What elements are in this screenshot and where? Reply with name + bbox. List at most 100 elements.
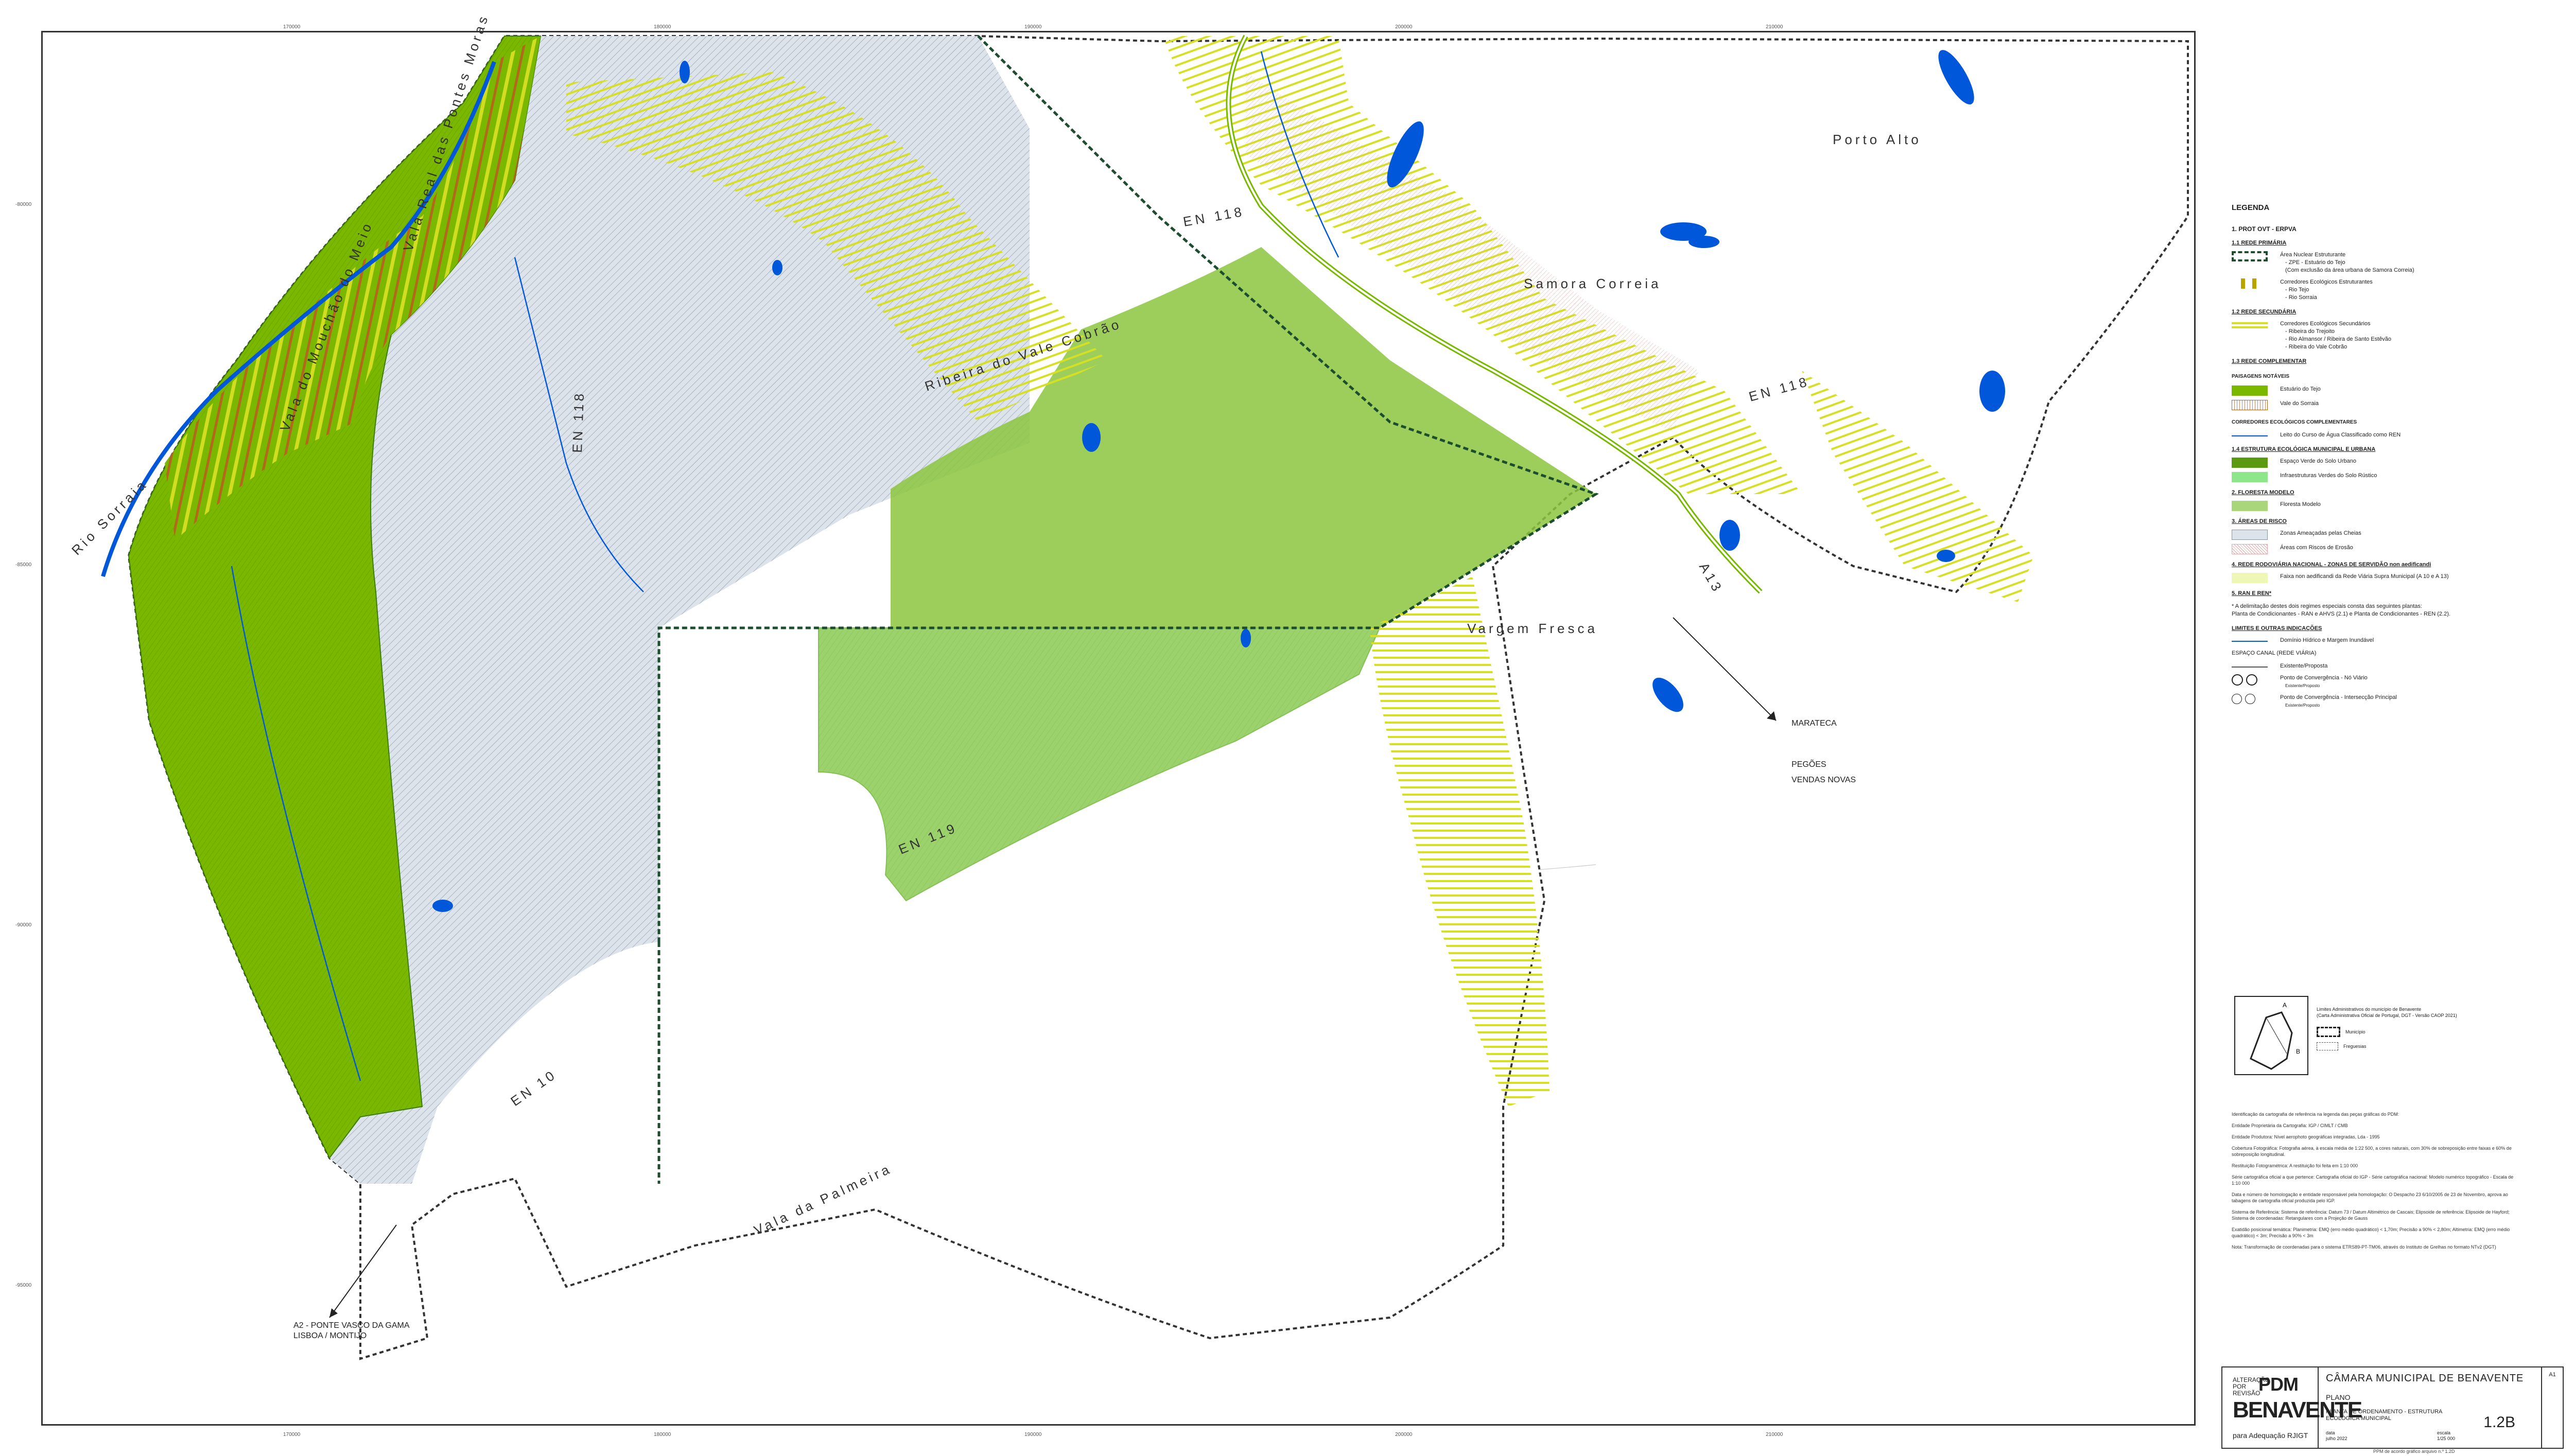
- legend-row-cheias: Zonas Ameaçadas pelas Cheias: [2232, 530, 2535, 540]
- legend-text: - ZPE - Estuário do Tejo: [2285, 259, 2345, 266]
- logo-pdm: PDM: [2258, 1374, 2299, 1395]
- logo-adequacao: para Adequação RJIGT: [2233, 1431, 2308, 1440]
- legend-sub-12: 1.2 REDE SECUNDÁRIA: [2232, 309, 2297, 315]
- legend-text: Espaço Verde do Solo Urbano: [2280, 458, 2356, 464]
- legend-paisagens: PAISAGENS NOTÁVEIS: [2232, 374, 2290, 379]
- legend-text: Floresta Modelo: [2280, 501, 2321, 507]
- legend-text: Existente/Proposto: [2285, 683, 2320, 688]
- legend-text: Ponto de Convergência - Intersecção Prin…: [2280, 694, 2397, 700]
- note-text: Exatidão posicional temática: Planimetri…: [2232, 1227, 2510, 1238]
- legend-text: * A delimitação destes dois regimes espe…: [2232, 603, 2422, 609]
- note-text: Entidade Produtora: Nível aerophoto geog…: [2232, 1134, 2380, 1139]
- legend-corr-compl: CORREDORES ECOLÓGICOS COMPLEMENTARES: [2232, 419, 2357, 425]
- scale-label: escala: [2437, 1430, 2451, 1435]
- swatch-estuario: [2232, 385, 2268, 396]
- svg-text:200000: 200000: [1395, 1432, 1413, 1437]
- legend-sub-13: 1.3 REDE COMPLEMENTAR: [2232, 358, 2307, 364]
- swatch-corr-sec: [2232, 320, 2268, 330]
- swatch-pc-viario: [2232, 674, 2268, 687]
- note-text: Restituição Fotogramétrica: A restituiçã…: [2232, 1163, 2358, 1168]
- legend-section-3: 3. ÁREAS DE RISCO: [2232, 518, 2287, 524]
- legend-text: Domínio Hídrico e Margem Inundável: [2280, 637, 2374, 643]
- swatch-area-nuclear: [2232, 251, 2268, 261]
- note-text: Entidade Proprietária da Cartografia: IG…: [2232, 1123, 2348, 1128]
- legend-row-erosao: Áreas com Riscos de Erosão: [2232, 544, 2535, 554]
- legend-row-corr-estr: Corredores Ecológicos Estruturantes - Ri…: [2232, 278, 2535, 302]
- title-block: ALTERAÇÃO POR REVISÃO PDM BENAVENTE para…: [2221, 1366, 2564, 1449]
- inset-map-box: A B: [2234, 996, 2308, 1075]
- swatch-corr-estr: [2232, 278, 2268, 289]
- legend-text: Zonas Ameaçadas pelas Cheias: [2280, 530, 2361, 536]
- label-porto-alto: Porto Alto: [1833, 132, 1922, 147]
- legend-text: Planta de Condicionantes - RAN e AHVS (2…: [2232, 611, 2450, 617]
- legend-text: Freguesias: [2343, 1044, 2367, 1049]
- legend-section-1: 1. PROT OVT - ERPVA: [2232, 225, 2297, 233]
- intersection-circle-icon: [2245, 694, 2255, 704]
- title-main: CÂMARA MUNICIPAL DE BENAVENTE PLANO PLAN…: [2319, 1367, 2541, 1448]
- map-canvas[interactable]: 170000 180000 190000 200000 210000 17000…: [0, 0, 2196, 1456]
- legend-row-infra-verdes: Infraestruturas Verdes do Solo Rústico: [2232, 472, 2535, 482]
- label-samora-correia: Samora Correia: [1524, 276, 1662, 291]
- svg-text:210000: 210000: [1766, 24, 1783, 30]
- legend-ran-note: * A delimitação destes dois regimes espe…: [2232, 603, 2535, 618]
- legend-section-2: 2. FLORESTA MODELO: [2232, 489, 2294, 496]
- legend-row-pc-intersec: Ponto de Convergência - Intersecção Prin…: [2232, 694, 2535, 709]
- plan-description: PLANTA DE ORDENAMENTO - ESTRUTURA ECOLÓG…: [2326, 1409, 2442, 1422]
- date-label: data: [2326, 1430, 2335, 1435]
- legend-text: Área Nuclear Estruturante: [2280, 252, 2346, 258]
- legend-section-5: 5. RAN E REN*: [2232, 590, 2272, 597]
- exit-arrow-east: [1673, 617, 1777, 721]
- legend-text: Leito do Curso de Água Classificado como…: [2280, 432, 2401, 438]
- note-text: Identificação da cartografia de referênc…: [2232, 1112, 2399, 1117]
- swatch-freguesias: [2317, 1042, 2338, 1050]
- scale-value: 1/25 000: [2437, 1436, 2456, 1441]
- swatch-existente: [2232, 666, 2268, 668]
- legend-text: - Rio Almansor / Ribeira de Santo Estêvã…: [2285, 336, 2392, 342]
- legend-row-existente: Existente/Proposta: [2232, 662, 2535, 670]
- legend-text: (Carta Administrativa Oficial de Portuga…: [2317, 1013, 2457, 1018]
- legend-row-area-nuclear: Área Nuclear Estruturante - ZPE - Estuár…: [2232, 251, 2535, 274]
- svg-text:-85000: -85000: [15, 562, 32, 568]
- svg-text:170000: 170000: [283, 24, 301, 30]
- svg-text:-95000: -95000: [15, 1283, 32, 1288]
- svg-text:170000: 170000: [283, 1432, 301, 1437]
- label-vargem-fresca: Vargem Fresca: [1467, 621, 1598, 636]
- swatch-pc-intersec: [2232, 694, 2268, 706]
- legend-text: Existente/Proposto: [2285, 703, 2320, 708]
- scale-block: escala 1/25 000: [2437, 1430, 2455, 1442]
- legend-text: Ponto de Convergência - Nó Viário: [2280, 675, 2368, 681]
- swatch-infra-verdes: [2232, 472, 2268, 482]
- legend-text: Limites Administrativos do município de …: [2317, 1007, 2422, 1012]
- svg-text:180000: 180000: [654, 24, 671, 30]
- legend-text: - Rio Sorraia: [2285, 294, 2317, 301]
- swatch-faixa: [2232, 573, 2268, 583]
- sheet-number: 1.2B: [2483, 1414, 2515, 1431]
- locator-inset: A B Limites Administrativos do município…: [2234, 996, 2523, 1083]
- label-a13: A13: [1696, 560, 1726, 597]
- legend-espaco-canal: ESPAÇO CANAL (REDE VIÁRIA): [2232, 650, 2317, 656]
- note-text: Cobertura Fotográfica: Fotografia aérea,…: [2232, 1146, 2512, 1157]
- legend-text: Infraestruturas Verdes do Solo Rústico: [2280, 472, 2377, 479]
- exit-label-marateca: MARATECA: [1792, 719, 1837, 728]
- legend-title: LEGENDA: [2232, 203, 2270, 212]
- legend-row-espaco-verde: Espaço Verde do Solo Urbano: [2232, 458, 2535, 468]
- legend-text: Vale do Sorraia: [2280, 400, 2319, 407]
- inset-label-b: B: [2296, 1048, 2300, 1055]
- exit-label-a2: A2 - PONTE VASCO DA GAMA: [293, 1321, 410, 1330]
- legend-sub-14: 1.4 ESTRUTURA ECOLÓGICA MUNICIPAL E URBA…: [2232, 446, 2376, 452]
- swatch-cheias: [2232, 530, 2268, 540]
- exit-label-pegoes: PEGÕES: [1792, 759, 1827, 769]
- logo-alteracao: ALTERAÇÃO POR REVISÃO: [2233, 1376, 2270, 1397]
- legend-row-corr-sec: Corredores Ecológicos Secundários - Ribe…: [2232, 320, 2535, 351]
- legend-text: Estuário do Tejo: [2280, 386, 2321, 392]
- intersection-circle-icon: [2232, 694, 2242, 704]
- legend-text: - Rio Tejo: [2285, 287, 2309, 293]
- note-text: Sistema de Referência: Sistema de referê…: [2232, 1209, 2510, 1221]
- swatch-dominio: [2232, 641, 2268, 642]
- legend-row-floresta: Floresta Modelo: [2232, 501, 2535, 511]
- svg-text:210000: 210000: [1766, 1432, 1783, 1437]
- sheet-size: A1: [2541, 1367, 2563, 1448]
- legend-text: Corredores Ecológicos Secundários: [2280, 321, 2371, 327]
- legend-row-pc-viario: Ponto de Convergência - Nó Viário Existe…: [2232, 674, 2535, 690]
- svg-text:-80000: -80000: [15, 202, 32, 207]
